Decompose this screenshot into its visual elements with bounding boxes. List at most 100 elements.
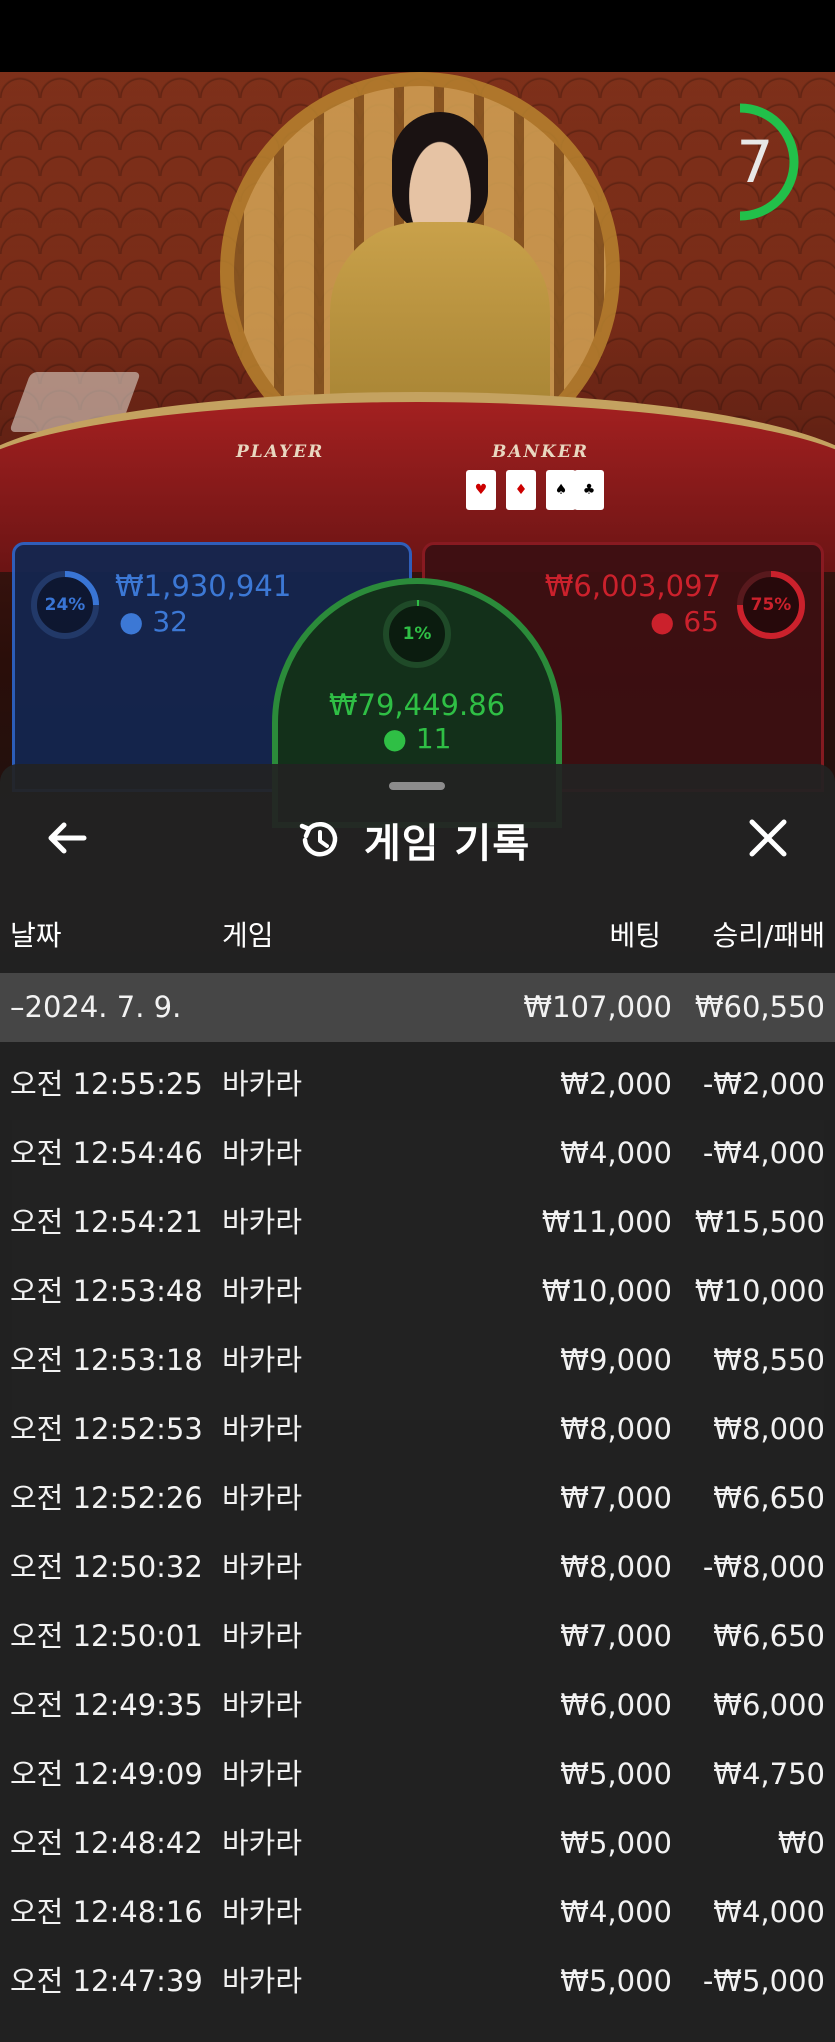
playing-card: ♦ [506,470,536,510]
summary-row[interactable]: –2024. 7. 9. ₩107,000 ₩60,550 [0,973,835,1042]
user-icon: ● [119,605,144,638]
row-result: ₩0 [777,1826,825,1860]
arrow-left-icon [48,822,87,854]
row-time: 오전 12:48:16 [10,1895,203,1929]
banker-count-value: 65 [683,605,719,638]
row-result: -₩4,000 [702,1136,825,1170]
row-result: ₩6,650 [713,1481,825,1515]
history-row[interactable]: 오전 12:52:26 바카라 ₩7,000 ₩6,650 [0,1464,835,1533]
history-row[interactable]: 오전 12:49:35 바카라 ₩6,000 ₩6,000 [0,1671,835,1740]
row-result: ₩4,000 [713,1895,825,1929]
history-row[interactable]: 오전 12:47:39 바카라 ₩5,000 -₩5,000 [0,1947,835,2016]
player-percent-ring: 24% [29,569,101,641]
row-game: 바카라 [222,1481,303,1515]
tie-count-value: 11 [415,722,452,755]
tie-count: ● 11 [278,722,556,755]
row-game: 바카라 [222,1619,303,1653]
row-game: 바카라 [222,1895,303,1929]
row-result: ₩4,750 [713,1757,825,1791]
user-icon: ● [382,722,407,755]
row-time: 오전 12:54:46 [10,1136,203,1170]
summary-date: –2024. 7. 9. [10,990,182,1024]
row-result: ₩6,650 [713,1619,825,1653]
row-result: -₩2,000 [702,1067,825,1101]
row-bet: ₩2,000 [560,1067,672,1101]
row-bet: ₩8,000 [560,1550,672,1584]
row-time: 오전 12:50:32 [10,1550,203,1584]
table-header: 날짜 게임 베팅 승리/패배 [0,914,835,954]
row-game: 바카라 [222,1550,303,1584]
history-row[interactable]: 오전 12:55:25 바카라 ₩2,000 -₩2,000 [0,1050,835,1119]
column-bet: 베팅 [609,919,661,952]
row-bet: ₩5,000 [560,1757,672,1791]
row-game: 바카라 [222,1343,303,1377]
row-game: 바카라 [222,1136,303,1170]
row-time: 오전 12:52:53 [10,1412,203,1446]
playing-card: ♠ [546,470,576,510]
row-result: ₩6,000 [713,1688,825,1722]
tie-percent-ring: 1% [381,598,453,670]
column-date: 날짜 [10,919,62,952]
row-bet: ₩7,000 [560,1481,672,1515]
row-game: 바카라 [222,1757,303,1791]
close-icon [749,819,787,857]
row-time: 오전 12:55:25 [10,1067,203,1101]
row-bet: ₩4,000 [560,1895,672,1929]
round-timer: 7 [720,102,800,222]
history-row[interactable]: 오전 12:50:32 바카라 ₩8,000 -₩8,000 [0,1533,835,1602]
modal-title: 게임 기록 [364,821,531,867]
tie-percent: 1% [402,624,432,644]
row-bet: ₩5,000 [560,1964,672,1998]
history-row[interactable]: 오전 12:48:16 바카라 ₩4,000 ₩4,000 [0,1878,835,1947]
column-game: 게임 [222,919,274,952]
row-game: 바카라 [222,1826,303,1860]
summary-bet: ₩107,000 [523,990,672,1024]
status-bar [0,0,835,72]
history-row[interactable]: 오전 12:54:21 바카라 ₩11,000 ₩15,500 [0,1188,835,1257]
row-time: 오전 12:49:09 [10,1757,203,1791]
column-result: 승리/패배 [712,919,825,952]
row-game: 바카라 [222,1688,303,1722]
dealer-head [392,112,488,232]
user-icon: ● [650,605,675,638]
row-bet: ₩4,000 [560,1136,672,1170]
history-row[interactable]: 오전 12:53:48 바카라 ₩10,000 ₩10,000 [0,1257,835,1326]
row-result: -₩8,000 [702,1550,825,1584]
timer-count: 7 [736,128,774,196]
summary-result: ₩60,550 [694,990,825,1024]
row-game: 바카라 [222,1067,303,1101]
history-row[interactable]: 오전 12:48:42 바카라 ₩5,000 ₩0 [0,1809,835,1878]
history-row[interactable]: 오전 12:53:18 바카라 ₩9,000 ₩8,550 [0,1326,835,1395]
history-row[interactable]: 오전 12:49:09 바카라 ₩5,000 ₩4,750 [0,1740,835,1809]
row-bet: ₩7,000 [560,1619,672,1653]
row-result: ₩8,550 [713,1343,825,1377]
history-row[interactable]: 오전 12:50:01 바카라 ₩7,000 ₩6,650 [0,1602,835,1671]
row-time: 오전 12:54:21 [10,1205,203,1239]
row-time: 오전 12:52:26 [10,1481,203,1515]
player-count-value: 32 [152,605,188,638]
banker-percent-ring: 75% [735,569,807,641]
row-game: 바카라 [222,1274,303,1308]
banker-percent: 75% [750,595,792,615]
row-result: ₩10,000 [694,1274,825,1308]
history-row[interactable]: 오전 12:54:46 바카라 ₩4,000 -₩4,000 [0,1119,835,1188]
row-game: 바카라 [222,1205,303,1239]
player-bet-amount: ₩1,930,941 [115,569,292,603]
drag-handle[interactable] [389,782,445,790]
back-button[interactable] [40,810,96,866]
banker-bet-amount: ₩6,003,097 [544,569,721,603]
row-time: 오전 12:47:39 [10,1964,203,1998]
row-bet: ₩5,000 [560,1826,672,1860]
game-history-modal: 게임 기록 날짜 게임 베팅 승리/패배 –2024. 7. 9. ₩107,0… [0,764,835,2042]
row-result: ₩8,000 [713,1412,825,1446]
row-time: 오전 12:53:18 [10,1343,203,1377]
playing-card: ♣ [574,470,604,510]
close-button[interactable] [740,810,796,866]
history-row[interactable]: 오전 12:52:53 바카라 ₩8,000 ₩8,000 [0,1395,835,1464]
banker-count: ● 65 [650,605,719,638]
row-time: 오전 12:53:48 [10,1274,203,1308]
modal-header: 게임 기록 [296,810,530,870]
player-percent: 24% [44,595,86,615]
row-bet: ₩10,000 [541,1274,672,1308]
player-count: ● 32 [119,605,188,638]
